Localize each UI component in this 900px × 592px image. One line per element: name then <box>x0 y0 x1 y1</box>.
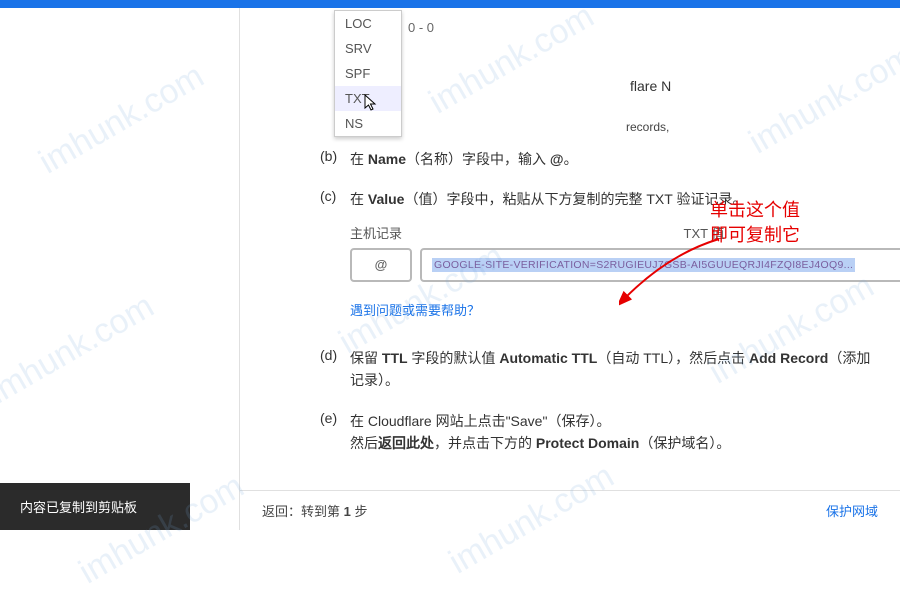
left-panel <box>0 8 240 530</box>
top-accent-bar <box>0 0 900 8</box>
dropdown-partial-text: 0 - 0 <box>408 20 434 35</box>
step-e: (e) 在 Cloudflare 网站上点击"Save"（保存）。 然后返回此处… <box>320 410 880 455</box>
header-txt: TXT 值 <box>438 223 900 242</box>
footer-bar: 返回：转到第 1 步 保护网域 <box>240 490 900 530</box>
txt-value-text: GOOGLE-SITE-VERIFICATION=S2RUGIEUJ7GSB-A… <box>432 258 855 272</box>
step-d-label: (d) <box>320 347 350 392</box>
footer-back[interactable]: 返回：转到第 1 步 <box>262 501 367 520</box>
annotation-line1: 单击这个值 <box>710 198 800 223</box>
record-type-dropdown[interactable]: LOCSRVSPFTXTNS <box>334 10 402 137</box>
dropdown-item-txt[interactable]: TXT <box>335 86 401 111</box>
dropdown-item-srv[interactable]: SRV <box>335 36 401 61</box>
steps-container: (b) 在 Name（名称）字段中，输入 @。 (c) 在 Value（值）字段… <box>260 148 880 454</box>
step-b-label: (b) <box>320 148 350 170</box>
host-field[interactable]: @ <box>350 248 412 282</box>
dropdown-item-ns[interactable]: NS <box>335 111 401 136</box>
record-headers: 主机记录 TXT 值 <box>350 223 900 248</box>
step-e-label: (e) <box>320 410 350 455</box>
txt-record-box: 主机记录 TXT 值 @ GOOGLE-SITE-VERIFICATION=S2… <box>350 223 900 282</box>
clipboard-toast: 内容已复制到剪贴板 <box>0 483 190 530</box>
header-host: 主机记录 <box>350 223 438 242</box>
step-c-label: (c) <box>320 188 350 210</box>
dropdown-item-loc[interactable]: LOC <box>335 11 401 36</box>
red-annotation: 单击这个值 即可复制它 <box>710 198 800 248</box>
txt-value-field[interactable]: GOOGLE-SITE-VERIFICATION=S2RUGIEUJ7GSB-A… <box>420 248 900 282</box>
background-text-records: records, <box>626 120 669 134</box>
annotation-line2: 即可复制它 <box>710 223 800 248</box>
dropdown-item-spf[interactable]: SPF <box>335 61 401 86</box>
step-b: (b) 在 Name（名称）字段中，输入 @。 <box>320 148 880 170</box>
protect-domain-link[interactable]: 保护网域 <box>826 504 878 519</box>
help-link[interactable]: 遇到问题或需要帮助？ <box>350 300 880 319</box>
background-text-flare: flare N <box>630 78 671 94</box>
step-d: (d) 保留 TTL 字段的默认值 Automatic TTL（自动 TTL），… <box>320 347 880 392</box>
